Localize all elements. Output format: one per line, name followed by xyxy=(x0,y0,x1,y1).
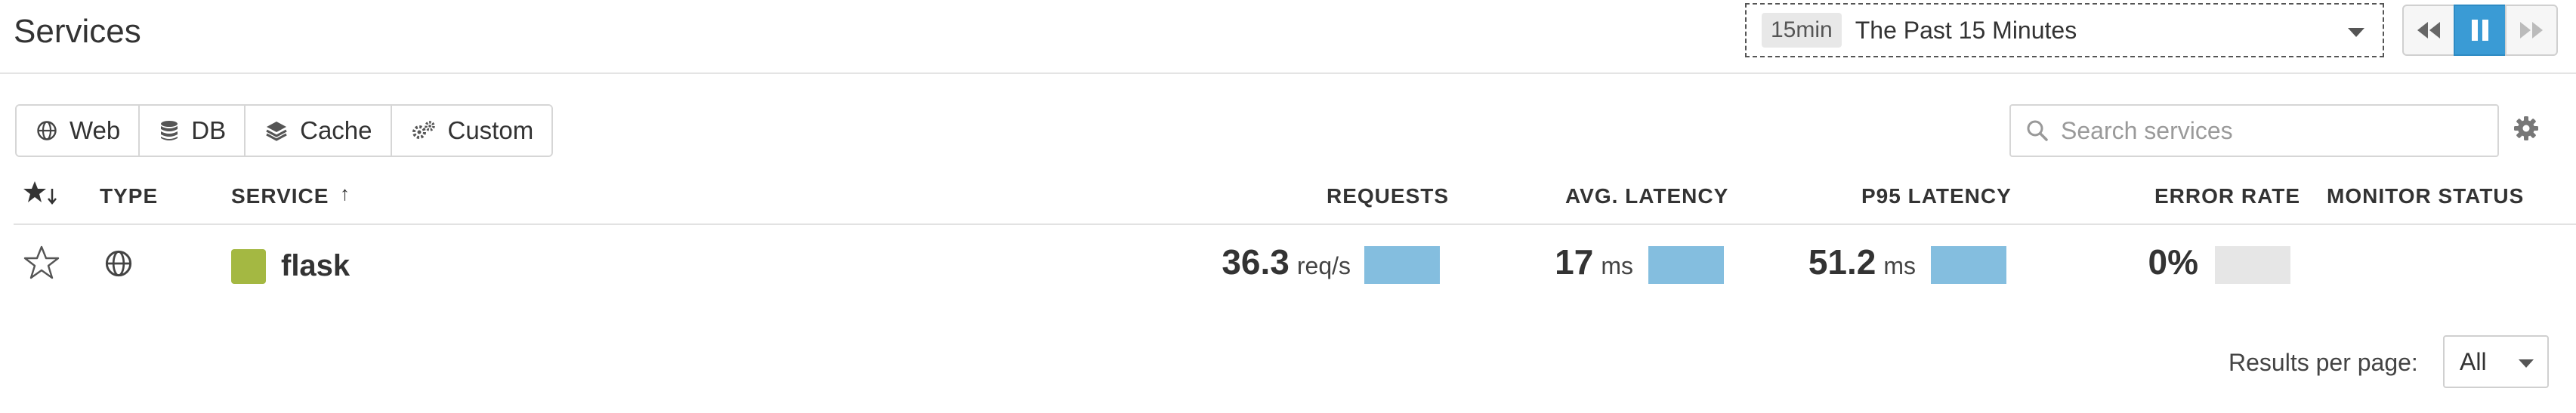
column-header-service[interactable]: SERVICE xyxy=(231,181,329,211)
star-sort-down-icon xyxy=(23,181,57,205)
p95-latency-bar xyxy=(1931,246,2006,284)
page-title: Services xyxy=(14,13,141,50)
p95-latency-number: 51.2 xyxy=(1808,242,1876,282)
filter-web-button[interactable]: Web xyxy=(17,106,139,156)
requests-bar xyxy=(1364,246,1440,284)
pause-icon xyxy=(2472,20,2488,41)
results-per-page-label: Results per page: xyxy=(2229,349,2418,376)
filter-web-label: Web xyxy=(69,116,121,144)
table-header-divider xyxy=(14,223,2576,225)
search-input[interactable] xyxy=(2061,116,2484,145)
requests-unit: req/s xyxy=(1296,252,1351,279)
requests-value: 36.3 req/s xyxy=(1222,242,1351,287)
gears-icon xyxy=(412,120,436,141)
filter-cache-button[interactable]: Cache xyxy=(244,106,391,156)
column-header-monitor-status[interactable]: MONITOR STATUS xyxy=(2327,181,2524,211)
error-rate-bar xyxy=(2215,246,2290,284)
favorite-sort-header[interactable] xyxy=(23,180,57,207)
search-icon xyxy=(2026,119,2049,142)
time-range-label: The Past 15 Minutes xyxy=(1855,16,2077,44)
service-color-swatch xyxy=(231,249,266,284)
pause-button[interactable] xyxy=(2454,5,2507,56)
playback-controls xyxy=(2402,5,2558,56)
p95-latency-value: 51.2 ms xyxy=(1808,242,1916,287)
avg-latency-bar xyxy=(1648,246,1724,284)
error-rate-value: 0% xyxy=(2148,242,2198,287)
time-range-badge: 15min xyxy=(1762,13,1842,48)
avg-latency-value: 17 ms xyxy=(1555,242,1633,287)
filter-cache-label: Cache xyxy=(300,116,372,144)
chevron-down-icon xyxy=(2519,359,2534,368)
filter-db-button[interactable]: DB xyxy=(138,106,245,156)
column-header-error-rate[interactable]: ERROR RATE xyxy=(2154,181,2300,211)
fast-forward-icon xyxy=(2520,22,2543,39)
column-header-p95-latency[interactable]: P95 LATENCY xyxy=(1861,181,2012,211)
header-divider xyxy=(0,72,2576,74)
type-filter-group: Web DB Cache Custom xyxy=(15,104,554,157)
filter-custom-label: Custom xyxy=(447,116,534,144)
error-rate-number: 0% xyxy=(2148,242,2198,282)
rewind-button[interactable] xyxy=(2402,5,2455,56)
table-row[interactable]: flask 36.3 req/s 17 ms 51.2 ms 0% xyxy=(0,227,2576,310)
favorite-star-icon[interactable] xyxy=(23,245,60,285)
p95-latency-unit: ms xyxy=(1883,252,1916,279)
column-header-type[interactable]: TYPE xyxy=(100,181,158,211)
time-range-select[interactable]: 15min The Past 15 Minutes xyxy=(1745,3,2384,57)
results-per-page-select[interactable]: All xyxy=(2443,335,2549,388)
search-field xyxy=(2009,104,2499,157)
avg-latency-unit: ms xyxy=(1601,252,1633,279)
rewind-icon xyxy=(2417,22,2440,39)
settings-gear-icon[interactable] xyxy=(2511,113,2541,147)
requests-number: 36.3 xyxy=(1222,242,1290,282)
fast-forward-button[interactable] xyxy=(2505,5,2558,56)
filter-custom-button[interactable]: Custom xyxy=(390,106,552,156)
filter-db-label: DB xyxy=(191,116,227,144)
chevron-down-icon xyxy=(2348,28,2364,37)
globe-icon xyxy=(104,249,133,282)
column-header-avg-latency[interactable]: AVG. LATENCY xyxy=(1565,181,1728,211)
globe-icon xyxy=(36,120,57,141)
avg-latency-number: 17 xyxy=(1555,242,1594,282)
requests-bar-fill xyxy=(1364,246,1440,284)
service-name-link[interactable]: flask xyxy=(281,246,350,285)
results-per-page-value: All xyxy=(2460,347,2487,375)
p95-latency-bar-fill xyxy=(1931,246,2006,284)
layers-icon xyxy=(265,120,288,141)
avg-latency-bar-fill xyxy=(1648,246,1724,284)
database-icon xyxy=(159,119,179,142)
sort-ascending-icon: ↑ xyxy=(340,182,351,205)
column-header-requests[interactable]: REQUESTS xyxy=(1327,181,1449,211)
